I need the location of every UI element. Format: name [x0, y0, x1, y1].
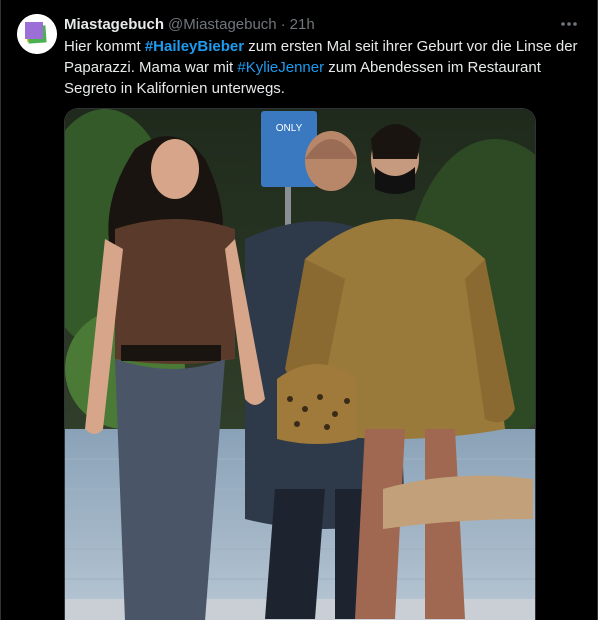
tweet-photo[interactable]: ONLY — [64, 108, 536, 620]
tweet-timestamp[interactable]: 21h — [290, 16, 315, 33]
tweet-header: Miastagebuch @Miastagebuch · 21h — [64, 14, 581, 34]
display-name[interactable]: Miastagebuch — [64, 16, 164, 33]
sign-text: ONLY — [276, 123, 303, 134]
tweet-text-part: Hier kommt — [64, 38, 145, 55]
hashtag-link[interactable]: #HaileyBieber — [145, 38, 244, 55]
tweet-text: Hier kommt #HaileyBieber zum ersten Mal … — [64, 36, 584, 99]
avatar[interactable] — [17, 14, 57, 54]
more-icon — [561, 22, 577, 26]
tweet-card[interactable]: Miastagebuch @Miastagebuch · 21h Hier ko… — [0, 0, 598, 620]
hashtag-link[interactable]: #KylieJenner — [237, 59, 324, 76]
separator-dot: · — [280, 15, 286, 33]
user-handle[interactable]: @Miastagebuch — [168, 16, 277, 33]
more-button[interactable] — [557, 14, 581, 34]
